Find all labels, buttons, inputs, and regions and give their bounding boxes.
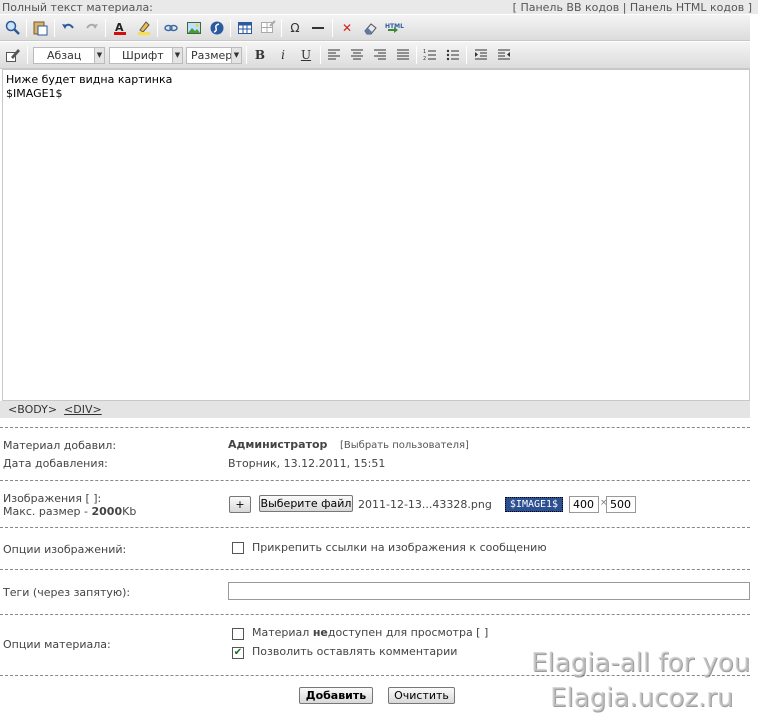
material-options-label: Опции материала: <box>3 638 111 651</box>
toolbar-row-1: A Ω ✕ HTML <box>0 15 750 41</box>
max-size-value: 2000 <box>91 505 123 518</box>
file-name: 2011-12-13...43328.png <box>358 498 492 511</box>
choose-file-button[interactable]: Выберите файл <box>259 495 353 512</box>
font-size-value: Размер <box>191 49 233 62</box>
align-left-icon[interactable] <box>324 45 344 65</box>
format-block-select[interactable]: Абзац ▼ <box>33 47 105 64</box>
submit-button[interactable]: Добавить <box>299 687 373 704</box>
clear-button[interactable]: Очистить <box>388 687 455 704</box>
italic-button[interactable]: i <box>273 45 293 65</box>
eraser-icon[interactable] <box>360 18 380 38</box>
max-size-label: Макс. размер - 2000Kb <box>3 505 137 518</box>
preview-icon[interactable] <box>3 18 23 38</box>
table-props-icon[interactable] <box>258 18 278 38</box>
date-value: Вторник, 13.12.2011, 15:51 <box>228 457 386 470</box>
special-char-icon[interactable]: Ω <box>285 18 305 38</box>
svg-text:2: 2 <box>423 56 426 62</box>
text-color-icon[interactable]: A <box>110 18 130 38</box>
editor-line: Ниже будет видна картинка <box>6 73 173 86</box>
chevron-down-icon: ▼ <box>172 48 182 63</box>
undo-icon[interactable] <box>58 18 78 38</box>
editor-line: $IMAGE1$ <box>6 87 63 100</box>
toolbar-separator <box>157 19 158 37</box>
watermark-line-2: Elagia.ucoz.ru <box>550 683 734 713</box>
image-tag[interactable]: $IMAGE1$ <box>505 497 563 512</box>
font-family-select[interactable]: Шрифт ▼ <box>109 47 183 64</box>
horizontal-rule-icon[interactable] <box>308 18 328 38</box>
attach-links-checkbox[interactable] <box>232 542 244 554</box>
image-width-input[interactable]: 400 <box>569 496 599 513</box>
align-center-icon[interactable] <box>347 45 367 65</box>
toolbar-separator <box>27 46 28 64</box>
add-image-button[interactable]: + <box>229 496 251 513</box>
allow-comments-label: Позволить оставлять комментарии <box>252 645 458 658</box>
chevron-down-icon: ▼ <box>94 48 104 63</box>
bb-codes-link[interactable]: [ Панель BB кодов <box>513 1 620 14</box>
attach-links-label: Прикрепить ссылки на изображения к сообщ… <box>252 541 547 554</box>
ordered-list-icon[interactable]: 12 <box>420 45 440 65</box>
unavailable-label: Материал недоступен для просмотра [ ] <box>252 626 489 639</box>
toolbar-separator <box>466 46 467 64</box>
divider <box>0 569 750 570</box>
image-height-input[interactable]: 500 <box>606 496 636 513</box>
outdent-icon[interactable] <box>494 45 514 65</box>
added-by-value: Администратор <box>228 438 328 451</box>
highlight-icon[interactable] <box>134 18 154 38</box>
panel-links: [ Панель BB кодов | Панель HTML кодов ] <box>513 1 752 14</box>
content-editor[interactable]: Ниже будет видна картинка $IMAGE1$ <box>2 69 750 401</box>
tags-input[interactable] <box>228 582 750 600</box>
remove-format-icon[interactable]: ✕ <box>337 18 357 38</box>
editor-title: Полный текст материала: <box>2 1 153 14</box>
allow-comments-checkbox[interactable]: ✔ <box>232 647 244 659</box>
table-icon[interactable] <box>235 18 255 38</box>
element-path-bar: <BODY> <DIV> <box>0 401 750 418</box>
images-label: Изображения [ ]: <box>3 492 102 505</box>
link-separator: | <box>619 1 630 14</box>
date-label: Дата добавления: <box>3 457 108 470</box>
toolbar-separator <box>332 19 333 37</box>
unavailable-checkbox[interactable] <box>232 628 244 640</box>
path-body-tag[interactable]: <BODY> <box>8 403 57 416</box>
font-family-value: Шрифт <box>122 49 164 62</box>
toolbar-separator <box>54 19 55 37</box>
choose-user-link[interactable]: [Выбрать пользователя] <box>340 440 469 451</box>
divider <box>0 480 750 481</box>
divider <box>0 614 750 615</box>
flash-icon[interactable] <box>207 18 227 38</box>
toolbar-separator <box>26 19 27 37</box>
divider <box>0 427 750 428</box>
added-by-label: Материал добавил: <box>3 439 117 452</box>
html-source-icon[interactable]: HTML <box>383 18 407 38</box>
format-block-value: Абзац <box>47 49 82 62</box>
align-right-icon[interactable] <box>370 45 390 65</box>
toolbar-row-2: Абзац ▼ Шрифт ▼ Размер ▼ B i U 12 <box>0 42 750 69</box>
indent-icon[interactable] <box>471 45 491 65</box>
toolbar-separator <box>416 46 417 64</box>
unordered-list-icon[interactable] <box>443 45 463 65</box>
toolbar-separator <box>230 19 231 37</box>
editor-header: Полный текст материала: [ Панель BB кодо… <box>0 0 758 14</box>
toolbar-separator <box>281 19 282 37</box>
toolbar-separator <box>320 46 321 64</box>
toolbar-separator <box>105 19 106 37</box>
path-div-tag[interactable]: <DIV> <box>64 403 102 416</box>
align-justify-icon[interactable] <box>393 45 413 65</box>
svg-text:1: 1 <box>423 49 426 55</box>
font-size-select[interactable]: Размер ▼ <box>186 47 242 64</box>
chevron-down-icon: ▼ <box>231 48 241 63</box>
link-icon[interactable] <box>161 18 181 38</box>
underline-button[interactable]: U <box>296 45 316 65</box>
tags-label: Теги (через запятую): <box>3 586 131 599</box>
toolbar-separator <box>246 46 247 64</box>
edit-style-icon[interactable] <box>3 45 23 65</box>
bold-button[interactable]: B <box>250 45 270 65</box>
redo-icon[interactable] <box>82 18 102 38</box>
watermark-line-1: Elagia-all for you <box>531 648 751 678</box>
paste-word-icon[interactable] <box>30 18 50 38</box>
image-options-label: Опции изображений: <box>3 543 127 556</box>
image-icon[interactable] <box>184 18 204 38</box>
divider <box>0 527 750 528</box>
html-codes-link[interactable]: Панель HTML кодов ] <box>630 1 752 14</box>
